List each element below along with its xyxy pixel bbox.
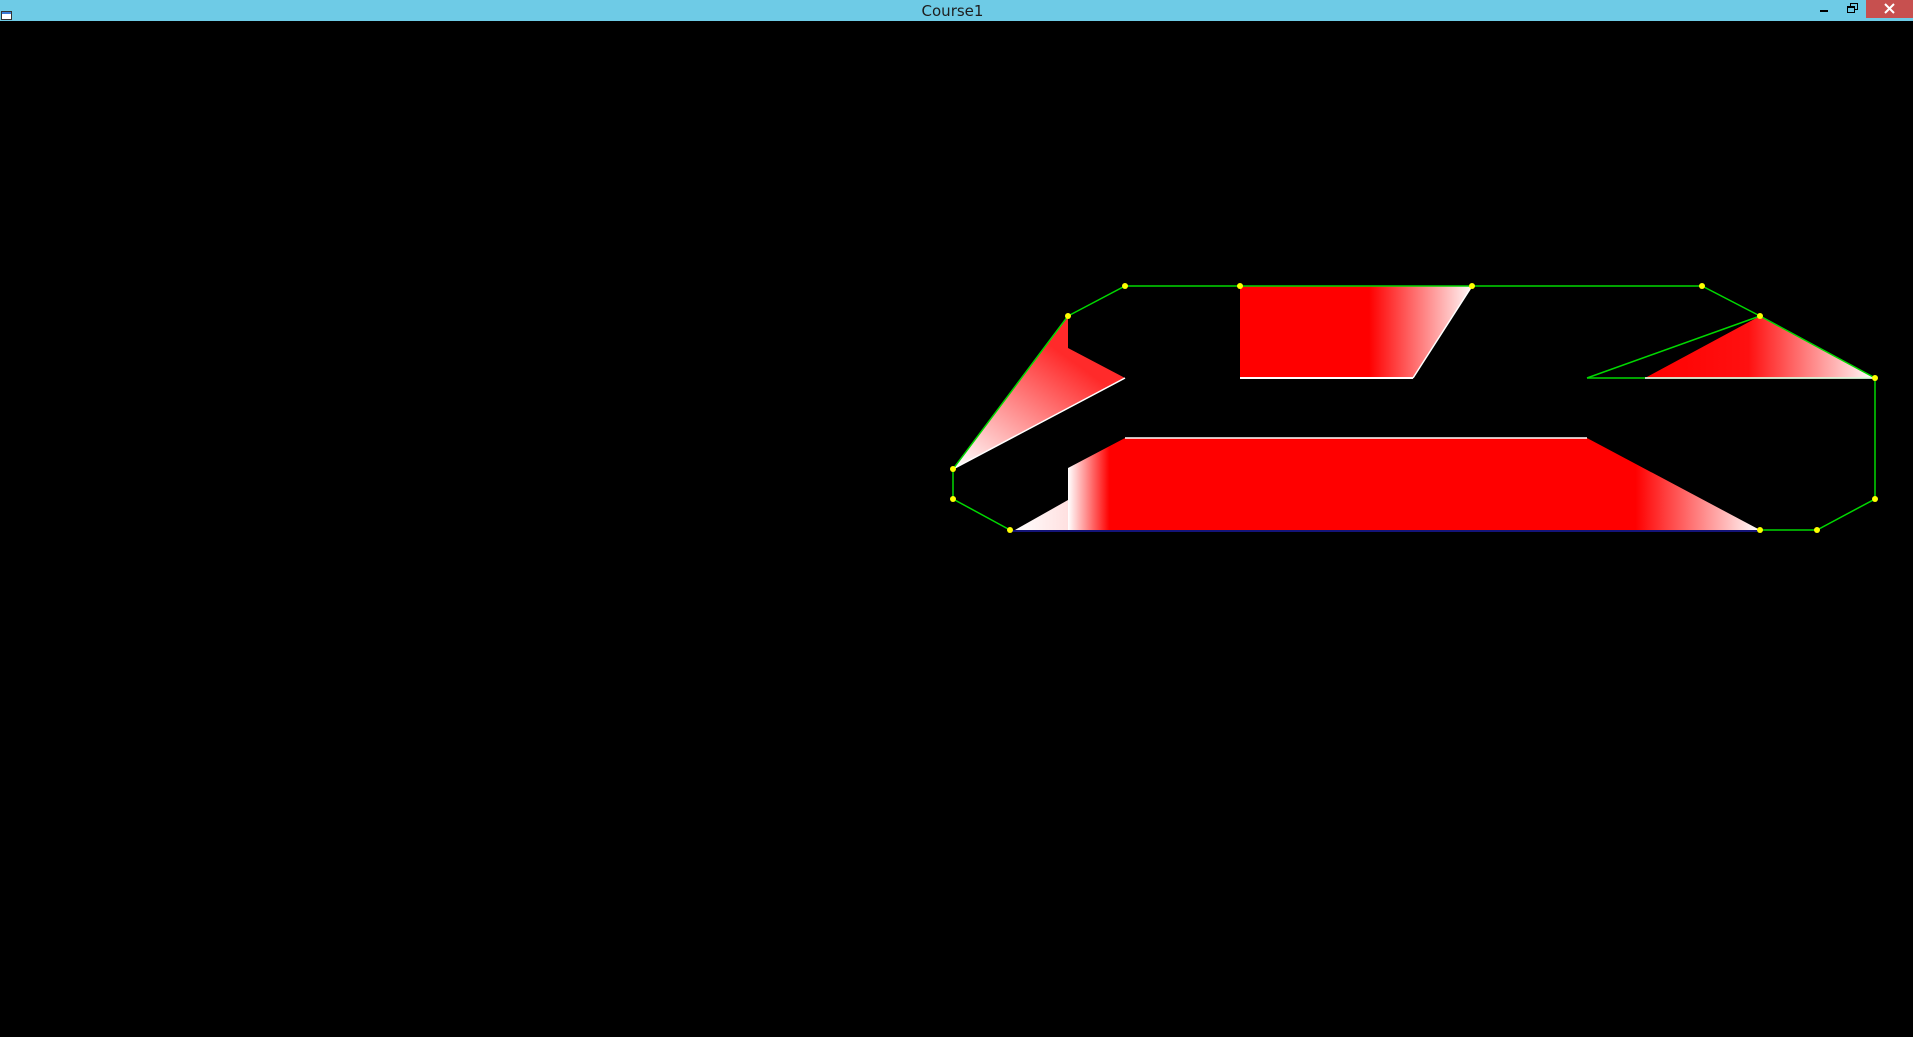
control-point[interactable] [950,496,956,502]
control-point[interactable] [1122,283,1128,289]
minimize-icon [1820,10,1828,12]
control-point[interactable] [950,466,956,472]
control-point[interactable] [1757,527,1763,533]
bottom-left-highlight [1015,500,1068,530]
render-canvas[interactable] [0,21,1913,1037]
control-point[interactable] [1814,527,1820,533]
track-scene [950,283,1878,533]
control-point[interactable] [1699,283,1705,289]
control-point[interactable] [1007,527,1013,533]
title-bar[interactable]: Course1 [0,0,1913,21]
close-button[interactable] [1866,0,1913,18]
control-point[interactable] [1872,496,1878,502]
close-icon [1884,3,1895,14]
restore-button[interactable] [1838,0,1866,18]
right-red-segment [1645,316,1875,378]
left-wedge-segment [953,316,1125,469]
control-point[interactable] [1237,283,1243,289]
bottom-red-segment [1068,438,1760,530]
control-point[interactable] [1757,313,1763,319]
top-red-segment [1240,286,1472,378]
control-point[interactable] [1872,375,1878,381]
restore-icon [1847,3,1858,13]
minimize-button[interactable] [1810,0,1838,18]
control-point[interactable] [1065,313,1071,319]
control-point[interactable] [1469,283,1475,289]
window-title: Course1 [921,2,984,20]
